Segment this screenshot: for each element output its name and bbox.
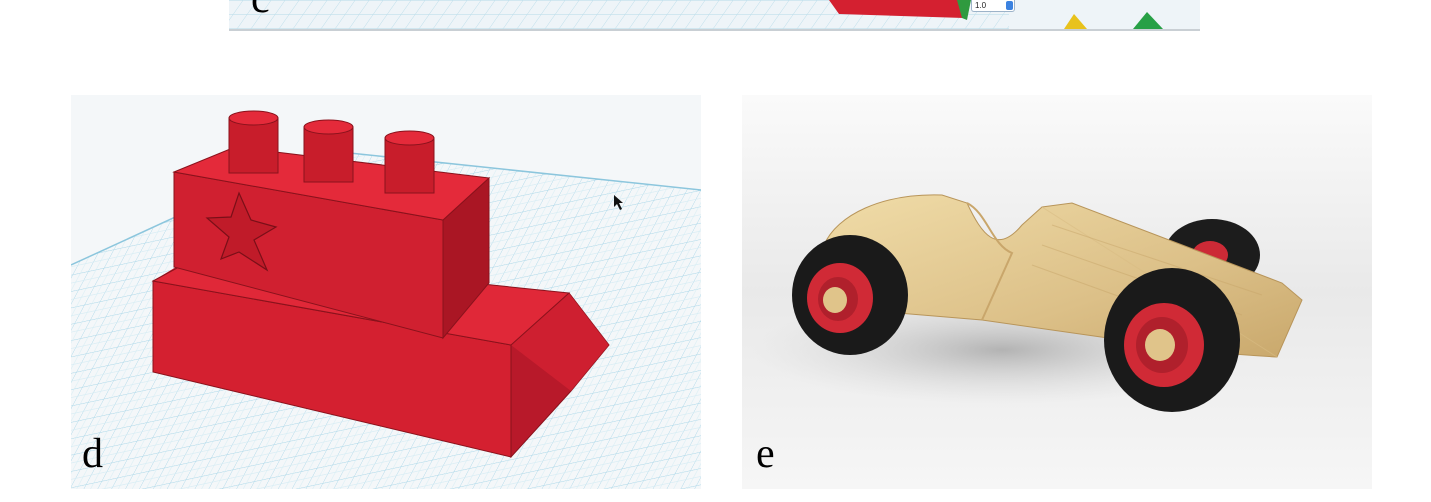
boat-scene (71, 110, 701, 489)
panel-label-c: c (251, 0, 270, 20)
toy-car-scene (742, 95, 1372, 489)
panel-c: 1.0 c (229, 0, 1200, 31)
green-view-cube-icon[interactable] (1133, 12, 1163, 29)
panel-label-d: d (82, 431, 103, 477)
front-wheel (792, 235, 908, 355)
yellow-view-cube-icon[interactable] (1064, 14, 1087, 29)
rear-wheel (1104, 268, 1240, 412)
funnel-1 (228, 110, 279, 174)
panel-d: d (71, 95, 701, 489)
spinner-arrows-icon[interactable] (1006, 1, 1013, 10)
value-spinner[interactable]: 1.0 (971, 0, 1015, 12)
panel-e: e (742, 95, 1372, 489)
funnel-2 (303, 119, 354, 183)
funnel-3 (384, 130, 435, 194)
spinner-value: 1.0 (975, 1, 987, 10)
panel-label-e: e (756, 431, 775, 477)
panel-c-scene (229, 0, 1163, 29)
